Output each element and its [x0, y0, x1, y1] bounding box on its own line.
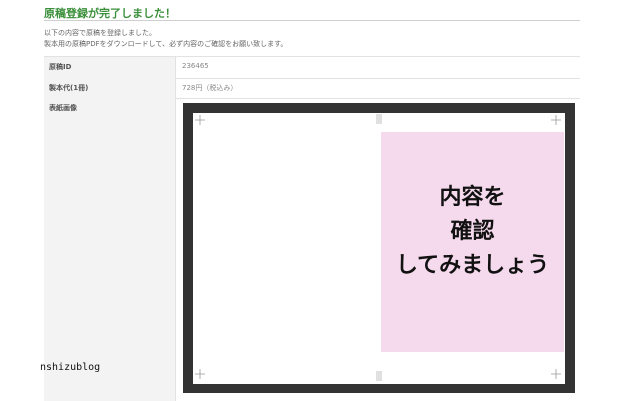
row-label-manuscript-id: 原稿ID — [44, 57, 176, 78]
page-title: 原稿登録が完了しました！ — [44, 7, 176, 20]
crop-mark-top-center-icon — [376, 114, 382, 124]
crop-mark-bottom-left-icon — [195, 369, 205, 379]
cover-text: 内容を 確認 してみましょう — [381, 181, 564, 283]
cover-text-line-1: 内容を — [439, 185, 506, 210]
cover-paper: 内容を 確認 してみましょう — [193, 113, 565, 384]
title-divider — [44, 20, 580, 21]
cover-text-line-3: してみましょう — [395, 253, 550, 278]
cover-text-line-2: 確認 — [450, 219, 495, 244]
cover-front-panel: 内容を 確認 してみましょう — [381, 132, 564, 352]
table-row-binding-cost: 製本代(1冊) 728円（税込み） — [44, 78, 580, 99]
crop-mark-bottom-center-icon — [376, 371, 382, 381]
blog-watermark: nshizublog — [40, 362, 101, 373]
table-row-manuscript-id: 原稿ID 236465 — [44, 57, 580, 79]
row-label-binding-cost: 製本代(1冊) — [44, 78, 176, 98]
crop-mark-bottom-right-icon — [551, 369, 561, 379]
row-value-manuscript-id: 236465 — [182, 62, 209, 70]
intro-line-1: 以下の内容で原稿を登録しました。 — [44, 29, 156, 37]
row-value-binding-cost: 728円（税込み） — [182, 84, 238, 92]
intro-text: 以下の内容で原稿を登録しました。 製本用の原稿PDFをダウンロードして、必ず内容… — [44, 28, 287, 50]
row-label-cover-image: 表紙画像 — [44, 98, 176, 401]
intro-line-2: 製本用の原稿PDFをダウンロードして、必ず内容のご確認をお願い致します。 — [44, 40, 288, 48]
cover-image-preview: 内容を 確認 してみましょう — [183, 103, 575, 393]
manuscript-info-table: 原稿ID 236465 製本代(1冊) 728円（税込み） 表紙画像 内容を 確… — [44, 56, 580, 401]
crop-mark-top-left-icon — [195, 115, 205, 125]
crop-mark-top-right-icon — [551, 115, 561, 125]
